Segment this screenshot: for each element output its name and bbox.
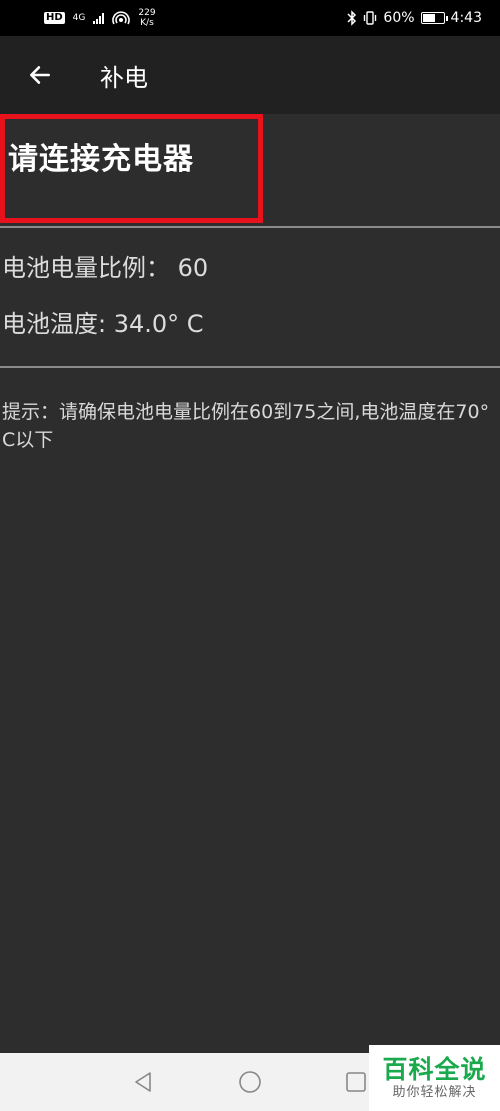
status-right: 60% 4:43	[347, 10, 482, 26]
hd-badge: HD	[44, 12, 65, 24]
status-left: HD 4G 229 K/s	[44, 8, 156, 28]
triangle-back-icon[interactable]	[131, 1070, 155, 1094]
divider-top	[0, 226, 500, 228]
app-bar: 补电	[0, 36, 500, 114]
page-title: 补电	[100, 63, 148, 92]
back-button[interactable]	[10, 36, 70, 114]
vibrate-icon	[364, 11, 377, 25]
hotspot-icon	[112, 11, 131, 25]
network-speed: 229 K/s	[138, 8, 155, 28]
clock: 4:43	[450, 10, 482, 26]
watermark-sub: 助你轻松解决	[392, 1085, 477, 1100]
speed-value: 229	[138, 8, 156, 18]
battery-temp-text: 电池温度: 34.0° C	[2, 310, 204, 338]
battery-percent: 60%	[383, 10, 415, 26]
speed-unit: K/s	[140, 18, 154, 28]
circle-home-icon[interactable]	[238, 1070, 262, 1094]
network-type: 4G	[72, 12, 86, 23]
battery-icon	[420, 12, 448, 24]
arrow-left-icon	[30, 66, 50, 84]
square-recents-icon[interactable]	[344, 1070, 368, 1094]
battery-level-text: 电池电量比例： 60	[2, 254, 209, 282]
watermark-main: 百科全说	[382, 1055, 487, 1084]
divider-bottom	[0, 366, 500, 368]
watermark-logo: 百科全说 助你轻松解决	[369, 1045, 500, 1111]
bluetooth-icon	[347, 10, 357, 26]
highlight-box	[0, 114, 263, 223]
hint-text: 提示：请确保电池电量比例在60到75之间,电池温度在70° C以下	[2, 401, 490, 451]
signal-icon	[93, 12, 105, 24]
status-bar: HD 4G 229 K/s 60% 4:43	[0, 0, 500, 36]
battery-fill	[422, 14, 435, 22]
